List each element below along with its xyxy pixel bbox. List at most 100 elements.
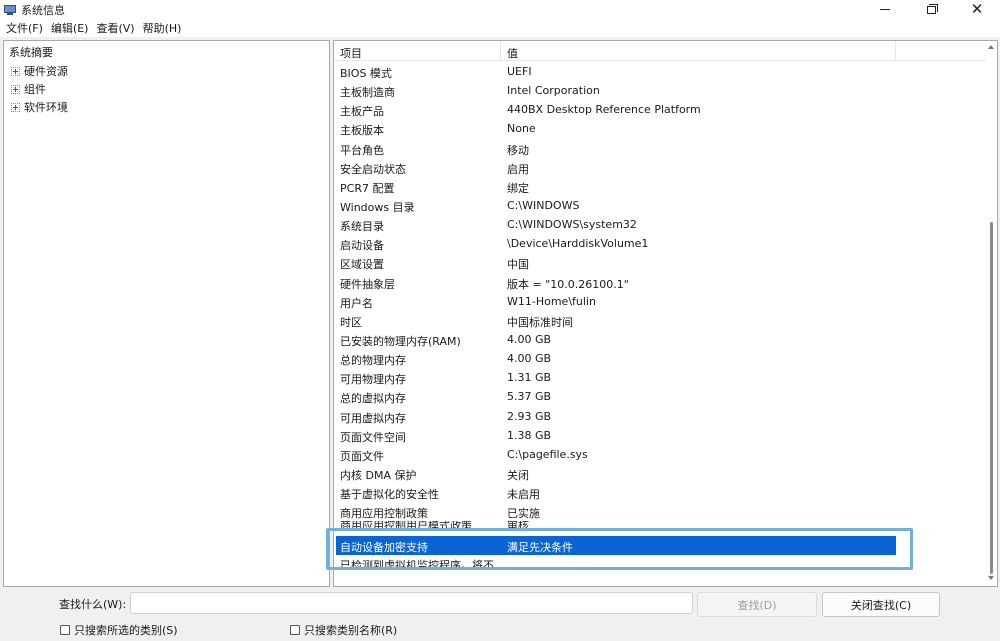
row-value: 5.37 GB <box>507 390 552 404</box>
find-button[interactable]: 查找(D) <box>697 592 817 617</box>
table-row[interactable]: 商用应用控制用户模式政策 审核 <box>334 521 984 536</box>
table-row[interactable]: 页面文件 C:\pagefile.sys <box>334 445 984 464</box>
table-row[interactable]: 主板产品 440BX Desktop Reference Platform <box>334 100 984 119</box>
row-item: 可用物理内存 <box>340 373 406 387</box>
table-row[interactable]: 用户名 W11-Home\fulin <box>334 292 984 311</box>
row-item: BIOS 模式 <box>340 67 392 80</box>
row-item: 内核 DMA 保护 <box>340 468 417 482</box>
close-button[interactable]: ✕ <box>954 0 1000 19</box>
table-row[interactable]: 内核 DMA 保护 关闭 <box>334 464 984 483</box>
table-row-selected[interactable]: 自动设备加密支持 满足先决条件 <box>336 536 896 556</box>
table-row[interactable]: 已安装的物理内存(RAM) 4.00 GB <box>334 330 984 349</box>
checkbox-box[interactable] <box>60 625 70 635</box>
row-item: 商用应用控制用户模式政策 <box>340 521 472 533</box>
row-value: 移动 <box>507 143 529 157</box>
column-divider[interactable] <box>500 41 501 61</box>
scroll-down-icon[interactable] <box>988 576 994 580</box>
row-item: 页面文件空间 <box>340 430 406 444</box>
row-value: 440BX Desktop Reference Platform <box>507 103 701 117</box>
scroll-up-icon[interactable] <box>988 45 994 49</box>
details-list[interactable]: 项目 值 BIOS 模式 UEFI 主板制造商 Intel Corporation … <box>333 40 998 587</box>
window-controls: ✕ <box>862 0 1000 19</box>
table-row[interactable]: 区域设置 中国 <box>334 253 984 272</box>
checkbox-box[interactable] <box>290 625 300 635</box>
menu-help[interactable]: 帮助(H) <box>139 20 186 36</box>
table-row[interactable]: 已检测到虚拟机监控程序。将不... <box>334 555 984 567</box>
table-row[interactable]: 主板制造商 Intel Corporation <box>334 81 984 100</box>
row-item: 区域设置 <box>340 258 384 272</box>
menu-edit[interactable]: 编辑(E) <box>47 20 93 36</box>
table-row[interactable]: 页面文件空间 1.38 GB <box>334 426 984 445</box>
table-row[interactable]: 商用应用控制政策 已实施 <box>334 502 984 521</box>
row-item: 自动设备加密支持 <box>340 541 428 555</box>
table-row[interactable]: 可用物理内存 1.31 GB <box>334 368 984 387</box>
search-selected-category-checkbox[interactable]: 只搜索所选的类别(S) <box>60 622 178 638</box>
column-header-value[interactable]: 值 <box>507 45 518 61</box>
expand-icon[interactable] <box>11 84 20 94</box>
row-value: 1.31 GB <box>507 371 552 385</box>
window-title: 系统信息 <box>21 3 65 17</box>
row-item: 已检测到虚拟机监控程序。将不... <box>340 559 505 568</box>
tree-item-hardware-resources[interactable]: 硬件资源 <box>11 63 68 79</box>
row-item: 已安装的物理内存(RAM) <box>340 334 461 348</box>
row-item: 主板产品 <box>340 105 384 119</box>
row-item: 硬件抽象层 <box>340 277 395 291</box>
restore-icon <box>926 3 938 14</box>
row-value: 绑定 <box>507 181 529 195</box>
tree-item-system-summary[interactable]: 系统摘要 <box>9 44 53 60</box>
category-tree[interactable]: 系统摘要 硬件资源 组件 软件环境 <box>3 40 330 587</box>
menu-file[interactable]: 文件(F) <box>2 20 47 36</box>
row-value: 审核 <box>507 521 529 533</box>
find-input[interactable] <box>130 592 693 614</box>
table-row[interactable]: 安全启动状态 启用 <box>334 158 984 177</box>
row-value: C:\WINDOWS <box>507 198 580 212</box>
tree-item-components[interactable]: 组件 <box>11 81 46 97</box>
row-value: 关闭 <box>507 468 529 482</box>
find-bar: 查找什么(W): 查找(D) 关闭查找(C) 只搜索所选的类别(S) 只搜索类别… <box>0 588 1000 641</box>
table-row[interactable]: 总的虚拟内存 5.37 GB <box>334 387 984 406</box>
vertical-scrollbar[interactable] <box>986 41 997 586</box>
table-row[interactable]: 基于虚拟化的安全性 未启用 <box>334 483 984 502</box>
table-row[interactable]: BIOS 模式 UEFI <box>334 62 984 81</box>
close-find-button[interactable]: 关闭查找(C) <box>822 592 940 617</box>
minimize-icon <box>880 9 890 10</box>
row-value: Intel Corporation <box>507 84 600 98</box>
details-rows: BIOS 模式 UEFI 主板制造商 Intel Corporation 主板产品 4… <box>334 62 984 567</box>
row-value: UEFI <box>507 65 532 78</box>
table-row[interactable]: Windows 目录 C:\WINDOWS <box>334 196 984 215</box>
title-bar: 系统信息 ✕ <box>0 0 1000 19</box>
table-row[interactable]: 时区 中国标准时间 <box>334 311 984 330</box>
table-row[interactable]: 可用虚拟内存 2.93 GB <box>334 407 984 426</box>
row-item: 总的物理内存 <box>340 354 406 368</box>
row-item: 安全启动状态 <box>340 162 406 176</box>
table-row[interactable]: 平台角色 移动 <box>334 139 984 158</box>
table-row[interactable]: PCR7 配置 绑定 <box>334 177 984 196</box>
list-header: 项目 值 <box>334 41 997 61</box>
row-item: 主板版本 <box>340 124 384 138</box>
minimize-button[interactable] <box>862 0 908 19</box>
table-row[interactable]: 系统目录 C:\WINDOWS\system32 <box>334 215 984 234</box>
tree-item-software-environment[interactable]: 软件环境 <box>11 99 68 115</box>
table-row[interactable]: 总的物理内存 4.00 GB <box>334 349 984 368</box>
tree-item-label: 组件 <box>24 83 46 96</box>
table-row[interactable]: 启动设备 \Device\HarddiskVolume1 <box>334 234 984 253</box>
row-value: 中国 <box>507 258 529 272</box>
expand-icon[interactable] <box>11 102 20 112</box>
search-category-names-checkbox[interactable]: 只搜索类别名称(R) <box>290 622 397 638</box>
restore-button[interactable] <box>908 0 954 19</box>
menu-view[interactable]: 查看(V) <box>92 20 138 36</box>
expand-icon[interactable] <box>11 66 20 76</box>
row-value: 已实施 <box>507 507 540 521</box>
row-item: 用户名 <box>340 296 373 310</box>
column-header-item[interactable]: 项目 <box>340 45 362 61</box>
column-divider[interactable] <box>895 41 896 61</box>
row-value: \Device\HarddiskVolume1 <box>507 237 649 251</box>
table-row[interactable]: 主板版本 None <box>334 119 984 138</box>
checkbox-label: 只搜索类别名称(R) <box>304 624 398 637</box>
row-value: 中国标准时间 <box>507 315 573 329</box>
row-value: 满足先决条件 <box>507 541 573 555</box>
row-value: 4.00 GB <box>507 332 552 346</box>
table-row[interactable]: 硬件抽象层 版本 = "10.0.26100.1" <box>334 273 984 292</box>
scrollbar-thumb[interactable] <box>990 222 993 574</box>
row-item: PCR7 配置 <box>340 181 395 195</box>
